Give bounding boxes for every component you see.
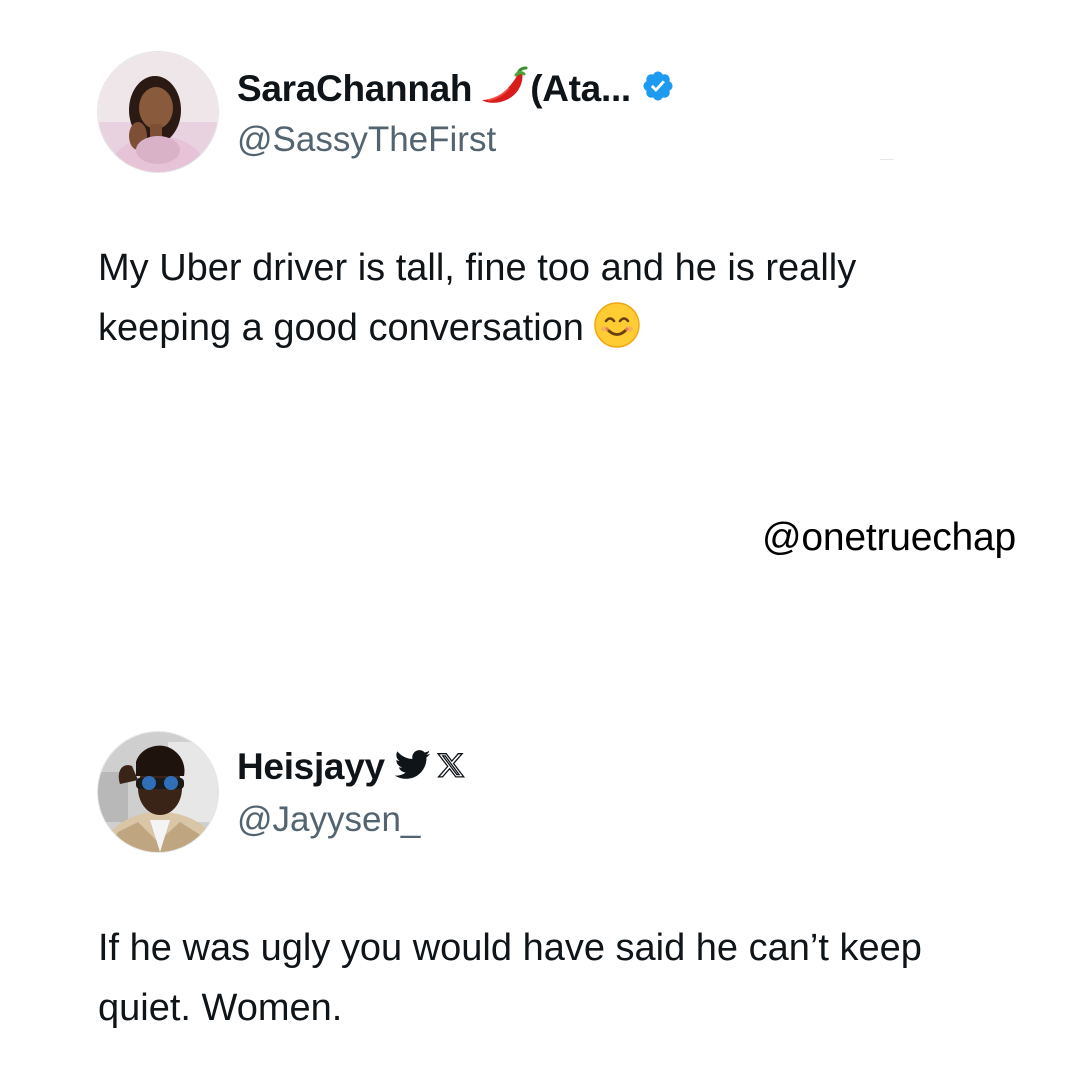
tweet-header: Heisjayy @Jayysen_: [0, 732, 1080, 856]
chili-pepper-icon: [480, 66, 528, 111]
smiling-face-emoji-icon: [594, 302, 640, 366]
avatar[interactable]: [98, 732, 218, 852]
verified-badge-icon: [641, 69, 675, 108]
tweet-body: My Uber driver is tall, fine too and he …: [98, 247, 857, 349]
display-name-suffix: (Ata...: [530, 67, 631, 109]
tweet-heisjayy: Heisjayy @Jayysen_ If he was ugly you wo…: [0, 732, 1080, 1029]
tweet-text: My Uber driver is tall, fine too and he …: [98, 238, 998, 366]
twitter-bird-icon: [394, 749, 431, 785]
user-handle[interactable]: @SassyTheFirst: [237, 120, 496, 160]
avatar[interactable]: [98, 52, 218, 172]
tweet-header: SaraChannah (Ata... @SassyTheFirst: [0, 52, 1080, 176]
name-line: Heisjayy: [237, 746, 465, 788]
x-logo-icon: [436, 751, 465, 784]
watermark: @onetruechap: [761, 516, 1016, 559]
tweet-sarachannah: SaraChannah (Ata... @SassyTheFirst My Ub…: [0, 52, 1080, 349]
tweet-text: If he was ugly you would have said he ca…: [98, 927, 922, 1029]
divider: [880, 159, 894, 160]
display-name[interactable]: Heisjayy: [237, 746, 385, 788]
display-name[interactable]: SaraChannah: [237, 68, 473, 110]
user-handle[interactable]: @Jayysen_: [237, 800, 420, 840]
name-line: SaraChannah (Ata...: [237, 66, 675, 111]
